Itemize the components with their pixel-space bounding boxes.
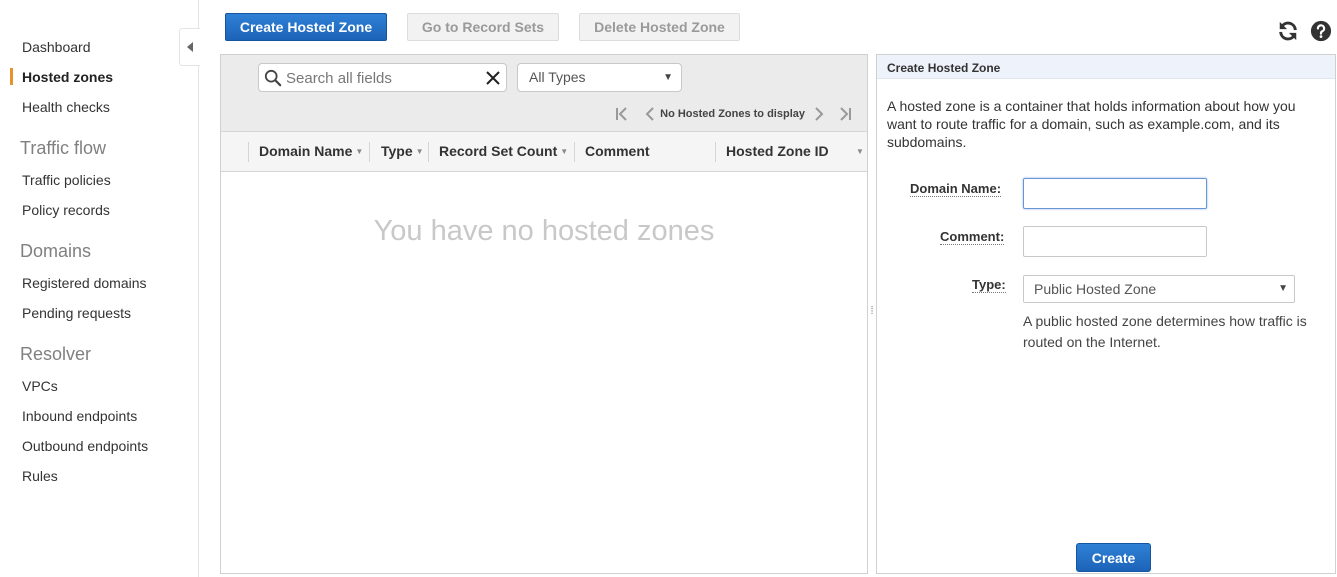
- sidebar-item-vpcs[interactable]: VPCs: [22, 378, 58, 394]
- column-separator: [428, 142, 429, 162]
- dropdown-arrow-icon: ▼: [663, 72, 673, 83]
- column-label: Record Set Count: [439, 143, 558, 159]
- list-toolbar: All Types ▼ No Hosted Zones to display: [221, 55, 867, 131]
- empty-state-message: You have no hosted zones: [373, 215, 715, 247]
- column-comment[interactable]: Comment: [585, 132, 650, 171]
- panel-resize-handle[interactable]: ⁞: [869, 305, 875, 323]
- column-label: Type: [381, 143, 413, 159]
- column-separator: [369, 142, 370, 162]
- sidebar-item-dashboard[interactable]: Dashboard: [22, 39, 91, 55]
- sidebar-item-policy-records[interactable]: Policy records: [22, 202, 110, 218]
- zone-type-select[interactable]: Public Hosted Zone ▼: [1023, 275, 1295, 303]
- sidebar-item-rules[interactable]: Rules: [22, 468, 58, 484]
- sort-caret-icon: ▼: [355, 147, 364, 156]
- go-to-record-sets-button[interactable]: Go to Record Sets: [407, 13, 559, 41]
- column-label: Comment: [585, 143, 650, 159]
- pager-status: No Hosted Zones to display: [660, 108, 805, 120]
- column-record-set-count[interactable]: Record Set Count ▼: [439, 132, 568, 171]
- help-icon[interactable]: [1310, 20, 1332, 42]
- zone-type-value: Public Hosted Zone: [1034, 281, 1157, 297]
- sidebar-item-inbound-endpoints[interactable]: Inbound endpoints: [22, 408, 137, 424]
- chevron-left-icon: [187, 42, 193, 52]
- domain-name-label: Domain Name:: [910, 181, 1002, 197]
- clear-search-icon[interactable]: [485, 70, 501, 86]
- column-domain-name[interactable]: Domain Name ▼: [259, 132, 363, 171]
- column-separator: [574, 142, 575, 162]
- sidebar-item-registered-domains[interactable]: Registered domains: [22, 275, 147, 291]
- panel-title: Create Hosted Zone: [877, 55, 1335, 79]
- column-separator: [715, 142, 716, 162]
- delete-hosted-zone-button[interactable]: Delete Hosted Zone: [579, 13, 740, 41]
- search-icon: [264, 69, 282, 87]
- sidebar-section-traffic-flow: Traffic flow: [20, 138, 107, 158]
- sidebar-item-hosted-zones[interactable]: Hosted zones: [22, 69, 113, 85]
- create-hosted-zone-button[interactable]: Create Hosted Zone: [225, 13, 387, 41]
- column-options-caret[interactable]: ▼: [853, 132, 864, 171]
- sidebar-item-health-checks[interactable]: Health checks: [22, 99, 110, 115]
- type-filter-value: All Types: [529, 69, 586, 85]
- sort-caret-icon: ▼: [415, 147, 424, 156]
- column-label: Domain Name: [259, 143, 353, 159]
- sidebar-collapse-button[interactable]: [179, 28, 200, 66]
- zone-type-help: A public hosted zone determines how traf…: [1023, 313, 1307, 350]
- sidebar-section-domains: Domains: [20, 241, 92, 261]
- column-label: Hosted Zone ID: [726, 143, 829, 159]
- search-input[interactable]: [284, 67, 483, 90]
- table-header: Domain Name ▼ Type ▼ Record Set Count ▼ Com…: [221, 131, 867, 172]
- column-type[interactable]: Type ▼: [381, 132, 424, 171]
- next-page-icon[interactable]: [811, 106, 827, 122]
- sidebar-item-outbound-endpoints[interactable]: Outbound endpoints: [22, 438, 148, 454]
- search-box[interactable]: [258, 63, 507, 92]
- sidebar-item-traffic-policies[interactable]: Traffic policies: [22, 172, 111, 188]
- sort-caret-icon: ▼: [856, 147, 864, 156]
- sidebar-item-pending-requests[interactable]: Pending requests: [22, 305, 131, 321]
- column-separator: [248, 142, 249, 162]
- sort-caret-icon: ▼: [560, 147, 569, 156]
- type-label: Type:: [972, 277, 1006, 293]
- hosted-zones-list-panel: All Types ▼ No Hosted Zones to display: [220, 54, 868, 574]
- refresh-icon[interactable]: [1277, 20, 1299, 42]
- sidebar: Dashboard Hosted zones Health checks Tra…: [0, 0, 199, 577]
- first-page-icon[interactable]: [614, 106, 630, 122]
- sidebar-section-resolver: Resolver: [20, 344, 92, 364]
- comment-input[interactable]: [1023, 226, 1207, 257]
- panel-description: A hosted zone is a container that holds …: [887, 98, 1296, 150]
- type-filter-select[interactable]: All Types ▼: [517, 63, 682, 92]
- create-button[interactable]: Create: [1076, 543, 1151, 572]
- previous-page-icon[interactable]: [642, 106, 658, 122]
- dropdown-arrow-icon: ▼: [1278, 283, 1288, 294]
- domain-name-input[interactable]: [1023, 178, 1207, 209]
- pager: No Hosted Zones to display: [614, 105, 853, 123]
- active-indicator: [10, 68, 13, 85]
- last-page-icon[interactable]: [837, 106, 853, 122]
- comment-label: Comment:: [940, 229, 1005, 245]
- create-hosted-zone-panel: Create Hosted Zone A hosted zone is a co…: [876, 54, 1336, 574]
- column-hosted-zone-id[interactable]: Hosted Zone ID: [726, 132, 829, 171]
